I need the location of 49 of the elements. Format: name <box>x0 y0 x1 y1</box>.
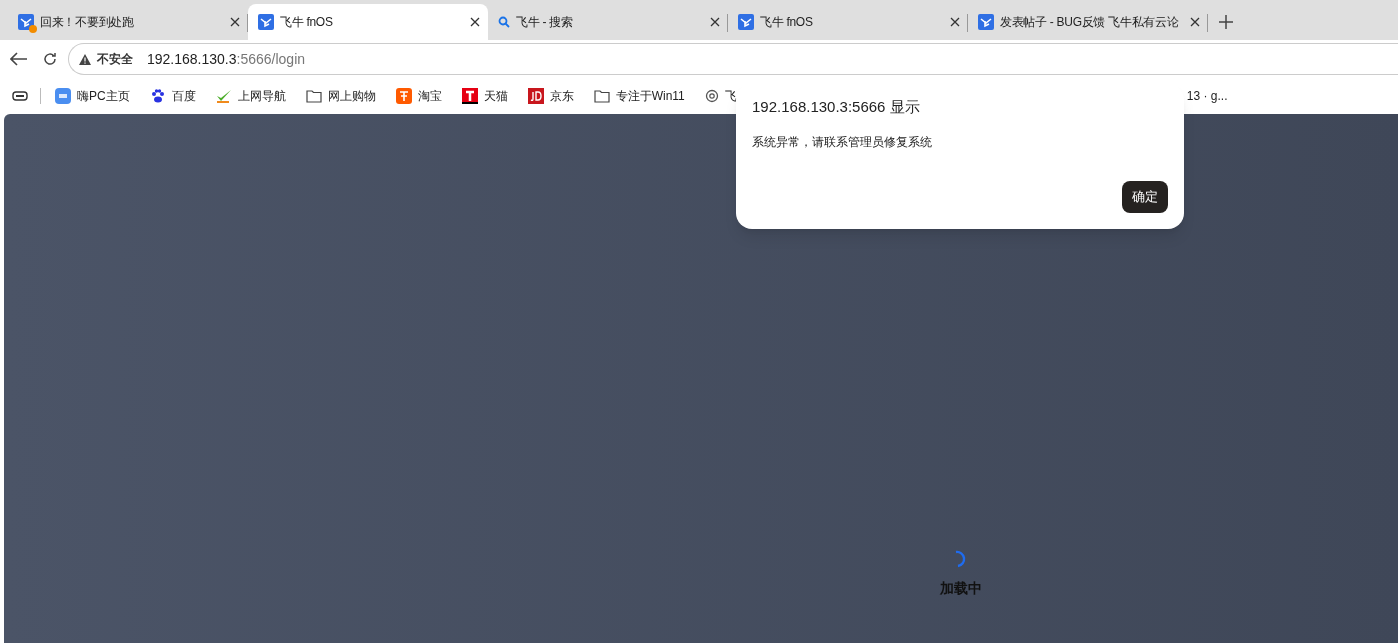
app-logo-icon <box>18 14 34 30</box>
bookmark-item[interactable]: 天猫 <box>461 87 508 105</box>
tmall-logo-icon <box>461 88 478 104</box>
reload-icon[interactable] <box>42 51 58 67</box>
tab-title: 发表帖子 - BUG反馈 飞牛私有云论 <box>1000 14 1180 31</box>
close-icon[interactable] <box>230 17 240 27</box>
new-tab-icon[interactable] <box>1218 14 1234 30</box>
tab-title: 飞牛 fnOS <box>760 14 814 31</box>
browser-tab[interactable]: 飞牛 fnOS <box>728 4 968 40</box>
close-icon[interactable] <box>950 17 960 27</box>
bookmark-item[interactable]: 13 · g... <box>1186 87 1228 105</box>
bookmark-item[interactable]: 嗨PC主页 <box>55 87 130 105</box>
close-icon[interactable] <box>710 17 720 27</box>
browser-tab[interactable]: 飞牛 - 搜索 <box>488 4 728 40</box>
app-logo-icon <box>978 14 994 30</box>
app-logo-icon <box>258 14 274 30</box>
tab-title: 飞牛 - 搜索 <box>516 14 574 31</box>
close-icon[interactable] <box>470 17 480 27</box>
folder-icon <box>305 89 322 103</box>
bookmark-item[interactable]: 专注于Win11 <box>593 87 685 105</box>
search-icon <box>498 16 510 28</box>
url-text: 192.168.130.3:5666/login <box>147 49 306 69</box>
close-icon[interactable] <box>1190 17 1200 27</box>
security-label: 不安全 <box>97 51 133 68</box>
paw-icon <box>149 88 166 104</box>
browser-tab[interactable]: 发表帖子 - BUG反馈 飞牛私有云论 <box>968 4 1208 40</box>
hipc-logo-icon <box>55 88 71 104</box>
tab-title: 飞牛 fnOS <box>280 14 334 31</box>
tab-title: 回来！不要到处跑 <box>40 14 135 31</box>
browser-tab[interactable]: 回来！不要到处跑 <box>8 4 248 40</box>
bookmark-item[interactable]: 飞 <box>704 87 737 105</box>
dialog-title: 192.168.130.3:5666 显示 <box>752 97 921 117</box>
browser-tab[interactable]: 飞牛 fnOS <box>248 4 488 40</box>
bookmark-item[interactable]: 网上购物 <box>305 87 376 105</box>
folder-icon <box>593 89 610 103</box>
bookmark-item[interactable]: 上网导航 <box>215 87 286 105</box>
tab-search-icon[interactable] <box>12 90 28 102</box>
warning-icon <box>79 53 91 65</box>
taobao-logo-icon <box>395 88 412 104</box>
jd-logo-icon <box>527 88 544 104</box>
loading-text: 加载中 <box>940 579 982 598</box>
app-logo-icon <box>738 14 754 30</box>
dialog-message: 系统异常，请联系管理员修复系统 <box>752 133 933 151</box>
bookmark-item[interactable]: 百度 <box>149 87 196 105</box>
bookmark-item[interactable]: 京东 <box>527 87 574 105</box>
bookmark-item[interactable]: 淘宝 <box>395 87 442 105</box>
ok-button[interactable]: 确定 <box>1122 180 1168 213</box>
loading-spinner-icon <box>954 550 968 568</box>
back-icon[interactable] <box>10 52 28 66</box>
